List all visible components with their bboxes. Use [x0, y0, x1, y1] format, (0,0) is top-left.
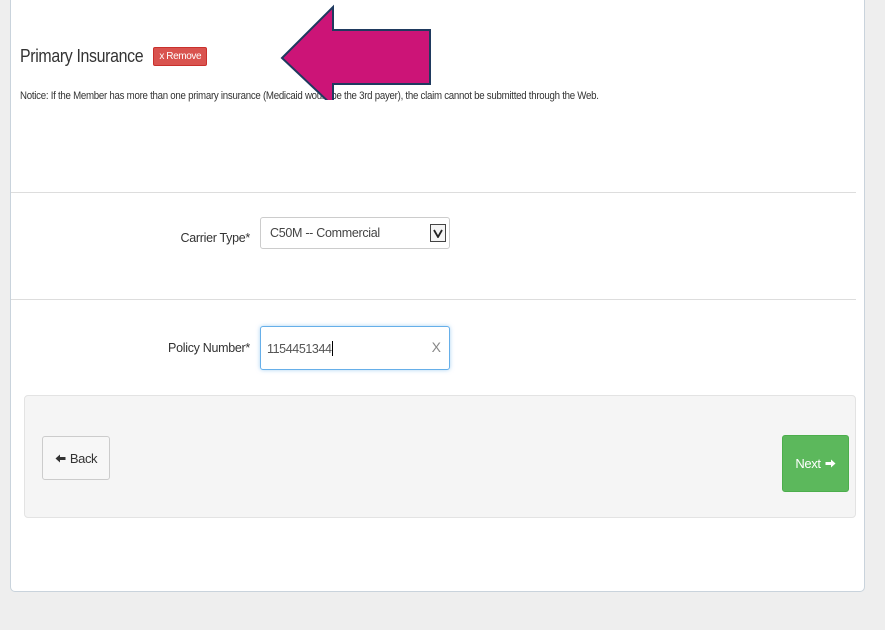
policy-number-input[interactable]: 1154451344 X: [260, 326, 450, 370]
section-title: Primary Insurance: [20, 45, 144, 66]
clear-input-icon[interactable]: X: [432, 339, 441, 355]
divider: [11, 299, 856, 300]
arrow-right-icon: [825, 459, 836, 468]
arrow-left-icon: [55, 454, 66, 462]
pointer-arrow-icon: [280, 4, 431, 100]
chevron-down-icon[interactable]: [430, 224, 446, 242]
policy-number-label: Policy Number*: [168, 341, 250, 355]
divider: [11, 192, 856, 193]
carrier-type-select[interactable]: C50M -- Commercial: [260, 217, 450, 249]
section-header: Primary Insurance x Remove: [20, 45, 208, 67]
next-button[interactable]: Next: [782, 435, 849, 492]
policy-number-value: 1154451344: [267, 341, 333, 356]
next-label: Next: [795, 456, 821, 471]
back-button[interactable]: Back: [42, 436, 110, 480]
back-label: Back: [69, 450, 98, 466]
carrier-type-label: Carrier Type*: [180, 231, 250, 245]
carrier-type-value: C50M -- Commercial: [270, 226, 380, 240]
form-footer: Back Next: [24, 395, 856, 518]
remove-button[interactable]: x Remove: [153, 46, 208, 66]
